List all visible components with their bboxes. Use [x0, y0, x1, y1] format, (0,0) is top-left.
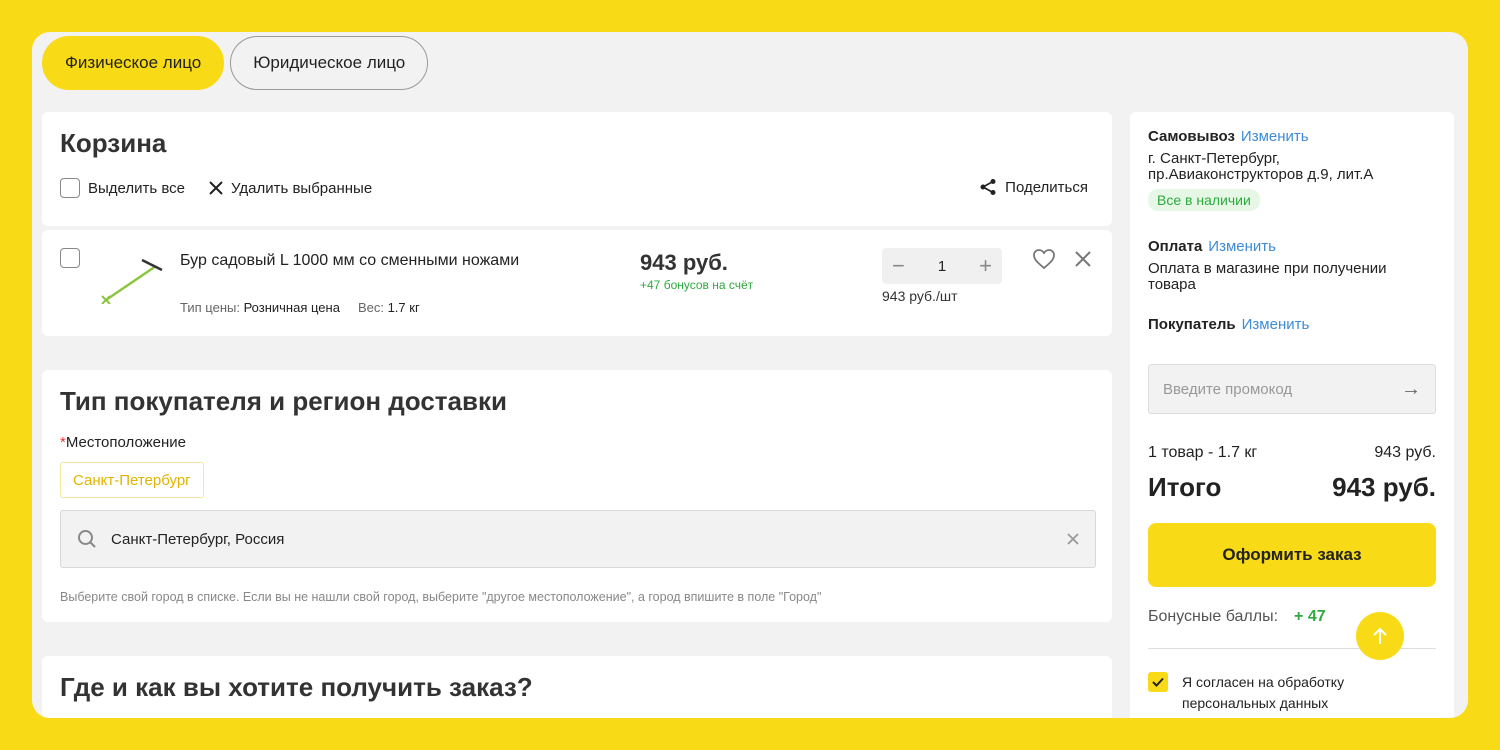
promo-placeholder: Введите промокод — [1163, 380, 1293, 398]
items-price: 943 руб. — [1374, 444, 1436, 461]
pickup-label: Самовывоз — [1148, 128, 1235, 145]
price-type: Тип цены: Розничная цена — [180, 300, 340, 315]
share-button[interactable]: Поделиться — [979, 178, 1088, 196]
delete-selected-label: Удалить выбранные — [231, 179, 373, 197]
cart-header: Корзина Выделить все Удалить выбранные П… — [42, 112, 1112, 226]
checkout-page: Физическое лицо Юридическое лицо Корзина… — [32, 32, 1468, 718]
payment-label: Оплата — [1148, 238, 1203, 255]
consent-row: Я согласен на обработку персональных дан… — [1148, 672, 1372, 714]
select-all-label: Выделить все — [88, 179, 186, 197]
weight-label: Вес: — [357, 300, 384, 315]
items-summary: 1 товар - 1.7 кг — [1148, 444, 1258, 461]
share-icon — [980, 179, 996, 195]
heart-icon[interactable] — [1032, 248, 1056, 270]
city-chip[interactable]: Санкт-Петербург — [60, 462, 204, 498]
arrow-right-icon[interactable]: → — [1401, 378, 1421, 401]
delivery-section: Где и как вы хотите получить заказ? — [42, 656, 1112, 718]
clear-icon[interactable] — [1067, 533, 1079, 545]
decrease-button[interactable]: − — [892, 255, 905, 277]
location-search-value: Санкт-Петербург, Россия — [111, 530, 285, 548]
place-order-button[interactable]: Оформить заказ — [1148, 523, 1436, 587]
total-label: Итого — [1148, 472, 1222, 502]
product-meta: Тип цены: Розничная цена Вес: 1.7 кг — [180, 300, 420, 315]
search-icon — [78, 530, 96, 548]
remove-item-icon[interactable] — [1074, 250, 1092, 268]
select-all[interactable]: Выделить все — [60, 178, 185, 198]
tab-legal-entity[interactable]: Юридическое лицо — [230, 36, 429, 90]
stock-row: Все в наличии — [1148, 189, 1418, 211]
tab-individual[interactable]: Физическое лицо — [42, 36, 225, 90]
cart-item: Бур садовый L 1000 мм со сменными ножами… — [42, 230, 1112, 336]
bonus-label: Бонусные баллы: — [1148, 608, 1279, 625]
promo-code-input[interactable]: Введите промокод → — [1148, 364, 1436, 414]
location-label-text: Местоположение — [65, 434, 187, 451]
location-label: *Местоположение — [60, 434, 186, 451]
delivery-title: Где и как вы хотите получить заказ? — [60, 672, 533, 702]
weight: Вес: 1.7 кг — [358, 300, 420, 315]
select-all-checkbox[interactable] — [60, 178, 80, 198]
check-icon — [1152, 677, 1164, 687]
close-icon — [209, 181, 223, 195]
share-label: Поделиться — [1005, 178, 1088, 196]
stock-badge: Все в наличии — [1148, 189, 1260, 211]
increase-button[interactable]: + — [979, 255, 992, 277]
consent-text: Я согласен на обработку персональных дан… — [1182, 674, 1345, 711]
payment-block: Оплата Изменить Оплата в магазине при пол… — [1148, 238, 1428, 293]
buyer-region-title: Тип покупателя и регион доставки — [60, 386, 507, 416]
total-row: Итого 943 руб. — [1148, 472, 1436, 503]
item-bonus: +47 бонусов на счёт — [640, 278, 754, 292]
quantity-value[interactable]: 1 — [938, 258, 946, 275]
price-type-value: Розничная цена — [243, 300, 340, 315]
payment-text: Оплата в магазине при получении товара — [1148, 260, 1387, 293]
location-search-input[interactable]: Санкт-Петербург, Россия — [60, 510, 1096, 568]
location-hint: Выберите свой город в списке. Если вы не… — [60, 590, 822, 604]
arrow-up-icon — [1373, 627, 1387, 644]
order-summary: Самовывоз Изменить г. Санкт-Петербург, пр… — [1130, 112, 1454, 718]
cart-toolbar: Выделить все Удалить выбранные — [60, 178, 372, 198]
pickup-row: Самовывоз Изменить — [1148, 128, 1418, 145]
payment-row: Оплата Изменить — [1148, 238, 1428, 255]
change-buyer-link[interactable]: Изменить — [1242, 316, 1310, 333]
pickup-address: г. Санкт-Петербург, пр.Авиаконструкторов… — [1148, 150, 1374, 183]
buyer-type-tabs: Физическое лицо Юридическое лицо — [42, 36, 429, 90]
consent-checkbox[interactable] — [1148, 672, 1168, 692]
weight-value: 1.7 кг — [387, 300, 420, 315]
cart-title: Корзина — [60, 128, 167, 158]
delete-selected-button[interactable]: Удалить выбранные — [209, 180, 372, 197]
item-checkbox[interactable] — [60, 248, 80, 268]
quantity-stepper: − 1 + — [882, 248, 1002, 284]
item-price: 943 руб. — [640, 250, 728, 275]
buyer-label: Покупатель — [1148, 316, 1236, 333]
buyer-row: Покупатель Изменить — [1148, 316, 1309, 333]
buyer-region-section: Тип покупателя и регион доставки *Местоп… — [42, 370, 1112, 622]
items-summary-row: 1 товар - 1.7 кг 943 руб. — [1148, 444, 1436, 462]
change-payment-link[interactable]: Изменить — [1208, 238, 1276, 255]
total-price: 943 руб. — [1332, 472, 1436, 502]
pickup-block: Самовывоз Изменить г. Санкт-Петербург, пр… — [1148, 128, 1418, 211]
product-image[interactable] — [98, 254, 168, 304]
product-name[interactable]: Бур садовый L 1000 мм со сменными ножами — [180, 250, 520, 272]
change-pickup-link[interactable]: Изменить — [1241, 128, 1309, 145]
unit-price: 943 руб./шт — [882, 288, 958, 304]
bonus-value: + 47 — [1294, 608, 1326, 625]
price-type-label: Тип цены: — [180, 300, 240, 315]
scroll-top-button[interactable] — [1356, 612, 1404, 660]
